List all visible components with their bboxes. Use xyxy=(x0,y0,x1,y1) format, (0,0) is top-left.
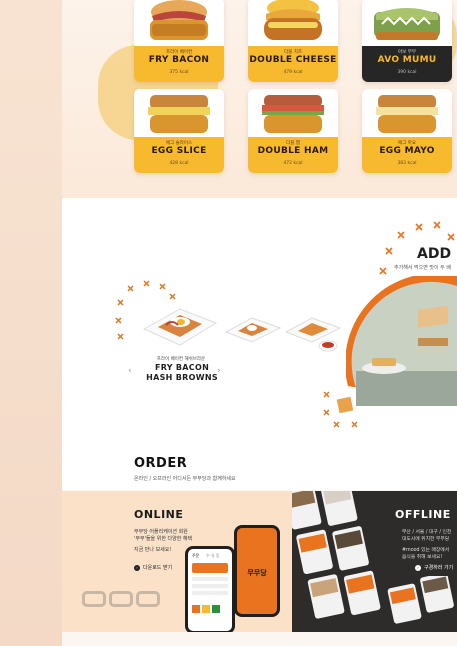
offline-desc: 부산 / 서울 / 대구 / 인천 xyxy=(402,530,452,535)
brand-watermark-logo xyxy=(82,591,160,607)
online-desc: 무무당 어플리케이션 회원 xyxy=(134,529,188,535)
menu-card-avo-mumu[interactable]: 아보 무무 AVO MUMU 390 kcal xyxy=(362,0,452,82)
featured-subtitle: 프라이 베이컨 해쉬브라운 xyxy=(156,357,206,362)
left-gutter xyxy=(0,0,62,646)
footer-strip xyxy=(62,632,457,646)
menu-card-name: DOUBLE CHEESE xyxy=(249,55,337,65)
menu-card-kcal: 479 kcal xyxy=(283,70,303,75)
menu-card-egg-slice[interactable]: 에그 슬라이스 EGG SLICE 428 kcal xyxy=(134,89,224,173)
visit-store-link[interactable]: › 구경하러 가기 xyxy=(415,564,453,571)
online-desc: 지금 만나 보세요! xyxy=(134,547,172,553)
phone-mockup: 주문 수 유 동 xyxy=(185,546,235,634)
menu-card-egg-mayo[interactable]: 에그 마요 EGG MAYO 383 kcal xyxy=(362,89,452,173)
arrow-right-icon: › xyxy=(134,564,140,571)
page: 프라이 베이컨 FRY BACON 375 kcal 더블 치즈 DOUBLE … xyxy=(0,0,457,646)
offline-desc: #mood 있는 매장에서 xyxy=(402,548,450,553)
order-subtitle: 온라인 / 오프라인 어디서든 무무당과 함께하세요 xyxy=(134,476,236,482)
side-dish-image[interactable] xyxy=(224,314,282,346)
sandwich-image xyxy=(248,89,338,137)
menu-card-kcal: 375 kcal xyxy=(169,70,189,75)
online-title: ONLINE xyxy=(134,508,184,521)
app-tab: 수 유 동 xyxy=(206,553,220,558)
menu-card-name: AVO MUMU xyxy=(377,55,437,65)
arrow-right-icon: › xyxy=(415,564,421,571)
menu-card-fry-bacon[interactable]: 프라이 베이컨 FRY BACON 375 kcal xyxy=(134,0,224,82)
sandwich-image xyxy=(248,0,338,46)
online-desc: '무무'들을 위한 다양한 혜택 xyxy=(134,536,193,542)
chevron-right-icon[interactable]: › xyxy=(217,366,221,376)
menu-card-kcal: 390 kcal xyxy=(397,70,417,75)
offline-panel: OFFLINE 부산 / 서울 / 대구 / 인천 대도시에 위치한 무무당 #… xyxy=(292,491,457,632)
order-section: ORDER 온라인 / 오프라인 어디서든 무무당과 함께하세요 xyxy=(62,445,457,491)
menu-section: 프라이 베이컨 FRY BACON 375 kcal 더블 치즈 DOUBLE … xyxy=(62,0,457,198)
main-content: 프라이 베이컨 FRY BACON 375 kcal 더블 치즈 DOUBLE … xyxy=(62,0,457,646)
add-subtitle: 추가해서 먹으면 맛이 두 배 xyxy=(394,265,451,271)
app-tab: 주문 xyxy=(192,553,200,558)
offline-title: OFFLINE xyxy=(395,508,451,521)
app-brand-logo: 무무당 xyxy=(247,569,267,577)
menu-card-name: DOUBLE HAM xyxy=(257,146,329,156)
offline-desc: 대도시에 위치한 무무당 xyxy=(402,537,450,542)
store-photo-collage xyxy=(292,491,381,619)
sandwich-image xyxy=(362,0,452,46)
download-app-label: 다운로드 받기 xyxy=(143,565,173,571)
store-photo-collage xyxy=(387,576,454,624)
decor-star-ring xyxy=(323,391,358,428)
add-title: ADD xyxy=(417,246,452,262)
menu-card-name: EGG MAYO xyxy=(379,146,435,156)
menu-card-kcal: 428 kcal xyxy=(169,161,189,166)
menu-card-double-cheese[interactable]: 더블 치즈 DOUBLE CHEESE 479 kcal xyxy=(248,0,338,82)
sandwich-image xyxy=(362,89,452,137)
chevron-left-icon[interactable]: ‹ xyxy=(128,366,132,376)
phone-mockup: 무무당 xyxy=(234,525,280,617)
download-app-link[interactable]: › 다운로드 받기 xyxy=(134,564,172,571)
side-dish-image[interactable] xyxy=(284,314,344,354)
menu-card-double-ham[interactable]: 더블 햄 DOUBLE HAM 472 kcal xyxy=(248,89,338,173)
menu-card-name: FRY BACON xyxy=(148,55,210,65)
menu-card-kcal: 383 kcal xyxy=(397,161,417,166)
order-title: ORDER xyxy=(134,456,188,471)
menu-card-name: EGG SLICE xyxy=(151,146,207,156)
visit-store-label: 구경하러 가기 xyxy=(424,565,454,571)
sandwich-image xyxy=(134,89,224,137)
menu-card-kcal: 472 kcal xyxy=(283,161,303,166)
sandwich-image xyxy=(134,0,224,46)
online-panel: ONLINE 무무당 어플리케이션 회원 '무무'들을 위한 다양한 혜택 지금… xyxy=(62,491,292,634)
featured-dish-image xyxy=(142,308,218,346)
offline-desc: 음식을 취해 보세요! xyxy=(402,555,443,560)
